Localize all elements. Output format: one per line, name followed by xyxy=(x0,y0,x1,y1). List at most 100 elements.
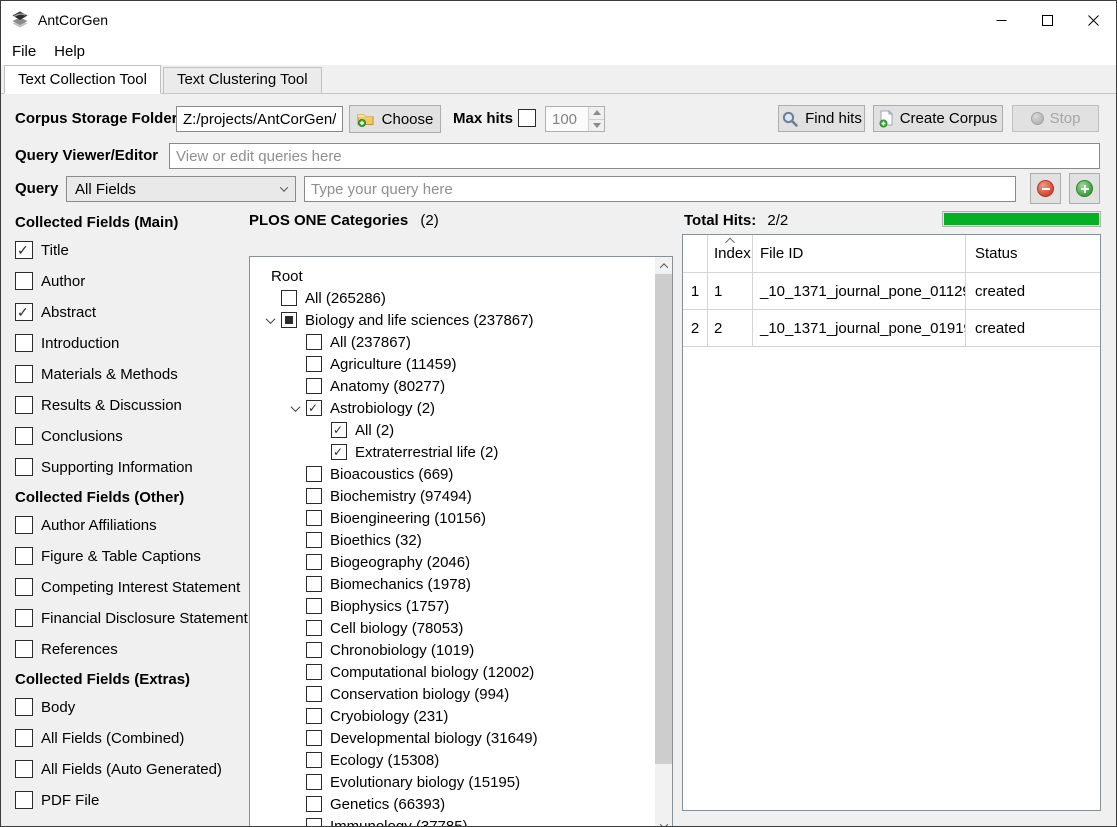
max-hits-checkbox[interactable] xyxy=(518,109,536,127)
field-checkbox-row[interactable]: Competing Interest Statement xyxy=(15,578,247,596)
tree-item[interactable]: Biochemistry (97494) xyxy=(250,485,655,507)
scrollbar-thumb[interactable] xyxy=(655,274,672,764)
table-row[interactable]: 11_10_1371_journal_pone_0112979created xyxy=(683,273,1100,310)
field-checkbox-unchecked[interactable] xyxy=(15,272,33,290)
column-header-index[interactable]: Index xyxy=(708,235,753,273)
tree-item[interactable]: Cell biology (78053) xyxy=(250,617,655,639)
tree-checkbox-unchecked[interactable] xyxy=(306,796,322,812)
tree-item[interactable]: Biomechanics (1978) xyxy=(250,573,655,595)
spin-down-button[interactable] xyxy=(589,119,604,132)
tree-item[interactable]: Computational biology (12002) xyxy=(250,661,655,683)
query-field-selector[interactable]: All Fields xyxy=(66,176,296,202)
tree-item[interactable]: Bioengineering (10156) xyxy=(250,507,655,529)
tree-checkbox-unchecked[interactable] xyxy=(306,466,322,482)
spin-up-button[interactable] xyxy=(589,107,604,119)
tree-item[interactable]: All (265286) xyxy=(250,287,655,309)
tree-checkbox-unchecked[interactable] xyxy=(306,774,322,790)
tree-checkbox-unchecked[interactable] xyxy=(306,576,322,592)
tree-item[interactable]: ✓All (2) xyxy=(250,419,655,441)
field-checkbox-unchecked[interactable] xyxy=(15,609,33,627)
tree-item[interactable]: Chronobiology (1019) xyxy=(250,639,655,661)
close-button[interactable] xyxy=(1070,1,1116,39)
field-checkbox-row[interactable]: Results & Discussion xyxy=(15,396,247,414)
choose-folder-button[interactable]: Choose xyxy=(349,105,441,133)
tree-checkbox-unchecked[interactable] xyxy=(306,620,322,636)
tree-item[interactable]: Bioacoustics (669) xyxy=(250,463,655,485)
column-header-status[interactable]: Status xyxy=(966,235,1100,273)
tree-item[interactable]: Evolutionary biology (15195) xyxy=(250,771,655,793)
tree-item[interactable]: Developmental biology (31649) xyxy=(250,727,655,749)
tree-item[interactable]: Conservation biology (994) xyxy=(250,683,655,705)
tree-item[interactable]: ✓Extraterrestrial life (2) xyxy=(250,441,655,463)
tree-checkbox-unchecked[interactable] xyxy=(306,752,322,768)
tree-item[interactable]: Immunology (37785) xyxy=(250,815,655,827)
column-header-file-id[interactable]: File ID xyxy=(753,235,966,273)
scroll-up-button[interactable] xyxy=(655,257,672,274)
field-checkbox-unchecked[interactable] xyxy=(15,334,33,352)
tree-checkbox-unchecked[interactable] xyxy=(306,642,322,658)
menu-help[interactable]: Help xyxy=(45,39,94,65)
tree-item[interactable]: ✓Astrobiology (2) xyxy=(250,397,655,419)
field-checkbox-unchecked[interactable] xyxy=(15,365,33,383)
tree-item[interactable]: Cryobiology (231) xyxy=(250,705,655,727)
field-checkbox-row[interactable]: Author xyxy=(15,272,247,290)
tree-checkbox-unchecked[interactable] xyxy=(306,334,322,350)
field-checkbox-unchecked[interactable] xyxy=(15,791,33,809)
tree-checkbox-unchecked[interactable] xyxy=(306,664,322,680)
tree-item[interactable]: Biophysics (1757) xyxy=(250,595,655,617)
tree-checkbox-unchecked[interactable] xyxy=(306,554,322,570)
minimize-button[interactable] xyxy=(978,1,1024,39)
field-checkbox-unchecked[interactable] xyxy=(15,396,33,414)
tree-checkbox-unchecked[interactable] xyxy=(306,708,322,724)
corpus-path-input[interactable] xyxy=(176,106,343,132)
tab-text-collection-tool[interactable]: Text Collection Tool xyxy=(4,65,161,94)
field-checkbox-unchecked[interactable] xyxy=(15,427,33,445)
field-checkbox-checked[interactable]: ✓ xyxy=(15,241,33,259)
field-checkbox-row[interactable]: PDF File xyxy=(15,791,247,809)
tree-checkbox-unchecked[interactable] xyxy=(306,686,322,702)
scroll-down-button[interactable] xyxy=(655,817,672,827)
tree-checkbox-unchecked[interactable] xyxy=(306,598,322,614)
find-hits-button[interactable]: Find hits xyxy=(778,105,865,132)
tree-checkbox-checked[interactable]: ✓ xyxy=(331,422,347,438)
field-checkbox-unchecked[interactable] xyxy=(15,458,33,476)
tree-checkbox-unchecked[interactable] xyxy=(306,510,322,526)
field-checkbox-row[interactable]: All Fields (Auto Generated) xyxy=(15,760,247,778)
tree-item[interactable]: Bioethics (32) xyxy=(250,529,655,551)
field-checkbox-unchecked[interactable] xyxy=(15,760,33,778)
field-checkbox-row[interactable]: Materials & Methods xyxy=(15,365,247,383)
tree-item[interactable]: Biology and life sciences (237867) xyxy=(250,309,655,331)
field-checkbox-unchecked[interactable] xyxy=(15,698,33,716)
tree-checkbox-unchecked[interactable] xyxy=(306,818,322,827)
tree-checkbox-unchecked[interactable] xyxy=(281,290,297,306)
tree-checkbox-unchecked[interactable] xyxy=(306,356,322,372)
field-checkbox-row[interactable]: Figure & Table Captions xyxy=(15,547,247,565)
max-hits-value-input[interactable] xyxy=(546,107,588,131)
tree-item[interactable]: Ecology (15308) xyxy=(250,749,655,771)
tab-text-clustering-tool[interactable]: Text Clustering Tool xyxy=(163,67,322,93)
tree-checkbox-unchecked[interactable] xyxy=(306,730,322,746)
field-checkbox-unchecked[interactable] xyxy=(15,547,33,565)
tree-item[interactable]: All (237867) xyxy=(250,331,655,353)
remove-query-button[interactable] xyxy=(1030,173,1061,204)
field-checkbox-row[interactable]: Introduction xyxy=(15,334,247,352)
tree-item[interactable]: Genetics (66393) xyxy=(250,793,655,815)
row-header-column[interactable] xyxy=(683,235,708,273)
tree-item[interactable]: Anatomy (80277) xyxy=(250,375,655,397)
query-viewer-input[interactable] xyxy=(169,143,1100,169)
field-checkbox-row[interactable]: ✓Title xyxy=(15,241,247,259)
table-row[interactable]: 22_10_1371_journal_pone_0191907created xyxy=(683,310,1100,347)
menu-file[interactable]: File xyxy=(3,39,45,65)
field-checkbox-row[interactable]: ✓Abstract xyxy=(15,303,247,321)
maximize-button[interactable] xyxy=(1024,1,1070,39)
field-checkbox-unchecked[interactable] xyxy=(15,729,33,747)
query-input[interactable] xyxy=(304,176,1016,202)
expander-icon[interactable] xyxy=(284,405,306,412)
field-checkbox-row[interactable]: Conclusions xyxy=(15,427,247,445)
tree-checkbox-checked[interactable]: ✓ xyxy=(306,400,322,416)
create-corpus-button[interactable]: Create Corpus xyxy=(873,105,1003,132)
field-checkbox-unchecked[interactable] xyxy=(15,578,33,596)
field-checkbox-row[interactable]: Author Affiliations xyxy=(15,516,247,534)
expander-icon[interactable] xyxy=(259,317,281,324)
field-checkbox-row[interactable]: Body xyxy=(15,698,247,716)
